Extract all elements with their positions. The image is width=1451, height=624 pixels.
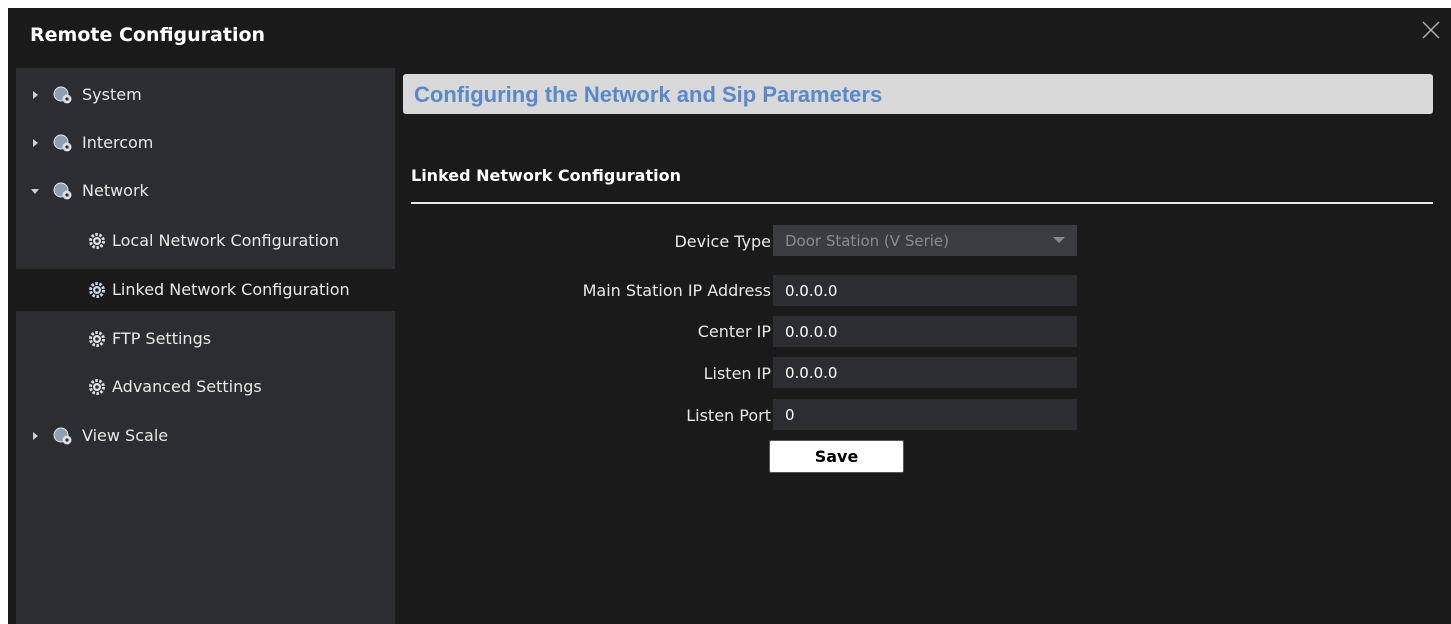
main-station-ip-input[interactable] [773,275,1077,306]
gear-icon [89,282,105,298]
device-type-value: Door Station (V Serie) [785,232,949,250]
window-title: Remote Configuration [30,24,266,46]
globe-gear-icon [53,427,72,445]
listen-port-input[interactable] [773,399,1077,430]
caret-right-icon[interactable] [30,431,40,441]
gear-icon [89,379,105,395]
listen-ip-input[interactable] [773,357,1077,388]
sidebar-item-advanced-settings[interactable]: Advanced Settings [16,366,395,408]
sidebar-item-ftp-settings[interactable]: FTP Settings [16,318,395,360]
center-ip-label: Center IP [697,322,771,341]
remote-configuration-window: Remote Configuration System Intercom Net… [8,8,1451,624]
globe-gear-icon [53,86,72,104]
center-ip-input[interactable] [773,316,1077,347]
gear-icon [89,331,105,347]
listen-ip-label: Listen IP [703,364,771,383]
sidebar-item-label: FTP Settings [112,329,212,348]
sidebar-item-label: Intercom [82,133,154,152]
caret-right-icon[interactable] [30,90,40,100]
sidebar: System Intercom Network Local Network Co… [16,68,395,624]
sidebar-item-view-scale[interactable]: View Scale [16,415,395,457]
caret-right-icon[interactable] [30,138,40,148]
chevron-down-icon [1053,237,1065,243]
device-type-select[interactable]: Door Station (V Serie) [773,225,1077,256]
close-button[interactable] [1411,12,1451,52]
listen-port-label: Listen Port [686,406,771,425]
sidebar-item-label: System [82,85,142,104]
globe-gear-icon [53,182,72,200]
close-icon [1422,21,1440,39]
section-divider [411,202,1433,204]
caret-down-icon[interactable] [30,186,40,196]
title-bar: Remote Configuration [8,8,1451,63]
gear-icon [89,233,105,249]
page-title: Configuring the Network and Sip Paramete… [414,82,883,107]
sidebar-item-label: View Scale [82,426,169,445]
sidebar-item-network[interactable]: Network [16,170,395,212]
sidebar-item-local-network-configuration[interactable]: Local Network Configuration [16,220,395,262]
sidebar-item-linked-network-configuration[interactable]: Linked Network Configuration [16,269,395,311]
sidebar-item-label: Network [82,181,149,200]
sidebar-item-system[interactable]: System [16,74,395,116]
save-button[interactable]: Save [769,440,904,473]
main-content: Configuring the Network and Sip Paramete… [403,68,1451,624]
sidebar-item-label: Linked Network Configuration [112,280,350,299]
section-header-bar: Configuring the Network and Sip Paramete… [403,74,1433,114]
sidebar-item-intercom[interactable]: Intercom [16,122,395,164]
sidebar-item-label: Advanced Settings [112,377,262,396]
globe-gear-icon [53,134,72,152]
main-station-ip-label: Main Station IP Address [582,281,771,300]
sidebar-item-label: Local Network Configuration [112,231,339,250]
device-type-label: Device Type [674,232,771,251]
section-subheading: Linked Network Configuration [411,166,681,185]
